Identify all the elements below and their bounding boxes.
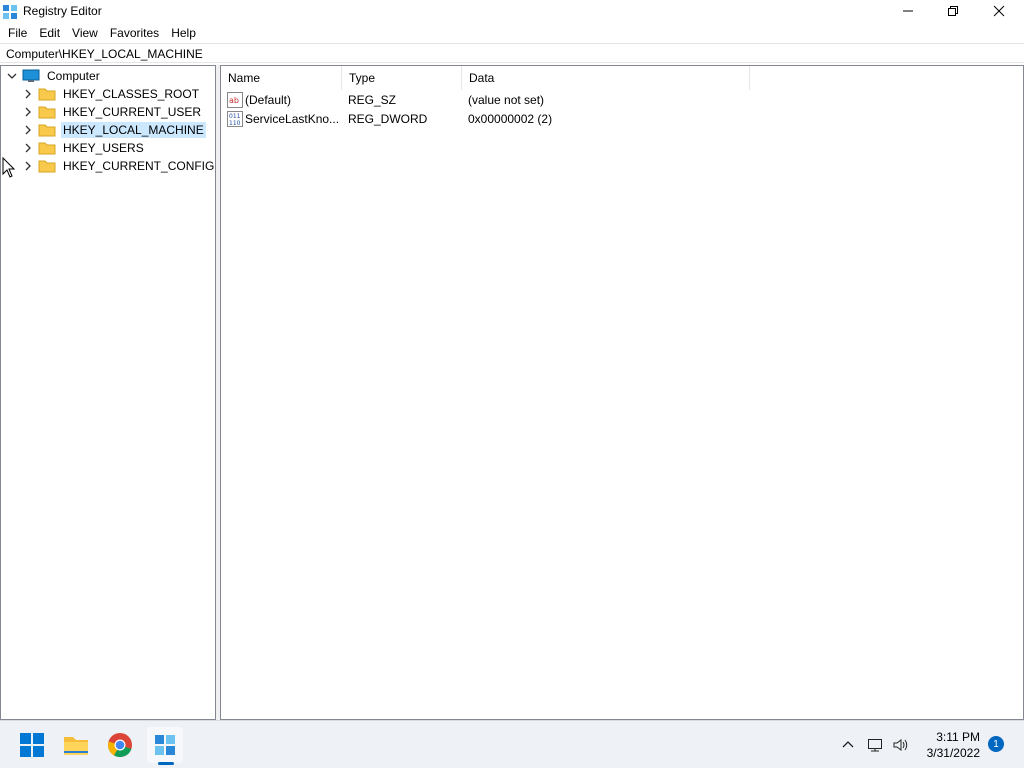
chevron-down-icon[interactable] — [6, 70, 18, 82]
tree-item-hkey-current-config[interactable]: HKEY_CURRENT_CONFIG — [22, 157, 216, 175]
value-row[interactable]: ab (Default) REG_SZ (value not set) — [221, 91, 1001, 110]
system-clock[interactable]: 3:11 PM 3/31/2022 — [918, 729, 980, 761]
computer-icon — [22, 69, 40, 82]
tree-item-hkey-local-machine[interactable]: HKEY_LOCAL_MACHINE — [22, 121, 206, 139]
chevron-right-icon[interactable] — [22, 142, 34, 154]
svg-text:ab: ab — [229, 96, 239, 105]
tree-item-computer[interactable]: Computer — [6, 67, 102, 85]
clock-time: 3:11 PM — [936, 730, 980, 744]
address-path[interactable]: Computer\HKEY_LOCAL_MACHINE — [6, 47, 203, 61]
menu-help[interactable]: Help — [165, 24, 202, 42]
key-tree[interactable]: Computer HKEY_CLASSES_ROOT HKEY_CURRENT_… — [0, 65, 216, 720]
folder-icon — [38, 160, 56, 173]
tree-label-selected[interactable]: HKEY_LOCAL_MACHINE — [61, 122, 206, 138]
value-data: (value not set) — [468, 93, 545, 107]
tree-item-hkey-classes-root[interactable]: HKEY_CLASSES_ROOT — [22, 85, 201, 103]
network-icon — [868, 739, 882, 752]
title-bar: Registry Editor — [0, 0, 1024, 24]
svg-text:011: 011 — [229, 113, 241, 120]
folder-icon — [38, 106, 56, 119]
tree-item-hkey-current-user[interactable]: HKEY_CURRENT_USER — [22, 103, 203, 121]
mouse-cursor-icon — [2, 157, 16, 178]
chevron-right-icon[interactable] — [22, 88, 34, 100]
taskbar-file-explorer[interactable] — [58, 727, 94, 763]
clock-date: 3/31/2022 — [926, 746, 980, 760]
taskbar: 3:11 PM 3/31/2022 — [0, 720, 1024, 768]
minimize-button[interactable] — [885, 0, 931, 22]
chevron-right-icon[interactable] — [22, 124, 34, 136]
restore-icon — [948, 6, 958, 16]
column-header-type[interactable]: Type — [342, 66, 462, 90]
restore-button[interactable] — [930, 0, 976, 22]
address-bar[interactable]: Computer\HKEY_LOCAL_MACHINE — [0, 43, 1024, 63]
tree-item-hkey-users[interactable]: HKEY_USERS — [22, 139, 146, 157]
start-button[interactable] — [14, 727, 50, 763]
tree-label[interactable]: HKEY_CURRENT_CONFIG — [61, 158, 216, 174]
folder-icon — [38, 88, 56, 101]
active-app-indicator — [158, 762, 174, 765]
folder-icon — [38, 142, 56, 155]
minimize-icon — [903, 10, 913, 12]
volume-button[interactable] — [890, 735, 910, 755]
values-list[interactable]: Name Type Data ab (Default) REG_SZ (valu… — [220, 65, 1024, 720]
start-icon — [20, 733, 44, 757]
chrome-icon — [108, 733, 132, 758]
chevron-right-icon[interactable] — [22, 160, 34, 172]
folder-icon — [38, 124, 56, 137]
value-type: REG_SZ — [348, 93, 397, 107]
taskbar-chrome[interactable] — [102, 727, 138, 763]
menu-view[interactable]: View — [66, 24, 104, 42]
taskbar-registry-editor[interactable] — [147, 727, 183, 763]
show-hidden-icons-button[interactable] — [838, 735, 858, 755]
value-data: 0x00000002 (2) — [468, 112, 553, 126]
value-name: ServiceLastKno... — [245, 112, 340, 126]
volume-icon — [893, 739, 908, 751]
close-button[interactable] — [976, 0, 1022, 22]
menu-file[interactable]: File — [2, 24, 33, 42]
value-name: (Default) — [245, 93, 292, 107]
file-explorer-icon — [64, 737, 88, 755]
svg-text:110: 110 — [229, 120, 241, 127]
menu-edit[interactable]: Edit — [33, 24, 66, 42]
column-header-data[interactable]: Data — [462, 66, 750, 90]
value-row[interactable]: 011 110 ServiceLastKno... REG_DWORD 0x00… — [221, 110, 1001, 129]
chevron-up-icon — [842, 741, 854, 748]
tree-label-computer[interactable]: Computer — [45, 68, 102, 84]
close-icon — [993, 5, 1005, 17]
notification-badge[interactable]: 1 — [988, 736, 1004, 752]
window-title: Registry Editor — [23, 4, 102, 18]
binary-value-icon: 011 110 — [227, 111, 243, 127]
tree-label[interactable]: HKEY_CLASSES_ROOT — [61, 86, 201, 102]
regedit-icon — [155, 735, 175, 755]
column-header-name[interactable]: Name — [221, 66, 342, 90]
menu-bar: File Edit View Favorites Help — [0, 24, 1024, 42]
tree-label[interactable]: HKEY_CURRENT_USER — [61, 104, 203, 120]
network-button[interactable] — [865, 735, 885, 755]
string-value-icon: ab — [227, 92, 243, 108]
chevron-right-icon[interactable] — [22, 106, 34, 118]
menu-favorites[interactable]: Favorites — [104, 24, 165, 42]
tree-label[interactable]: HKEY_USERS — [61, 140, 146, 156]
regedit-icon — [3, 5, 17, 19]
value-type: REG_DWORD — [348, 112, 428, 126]
